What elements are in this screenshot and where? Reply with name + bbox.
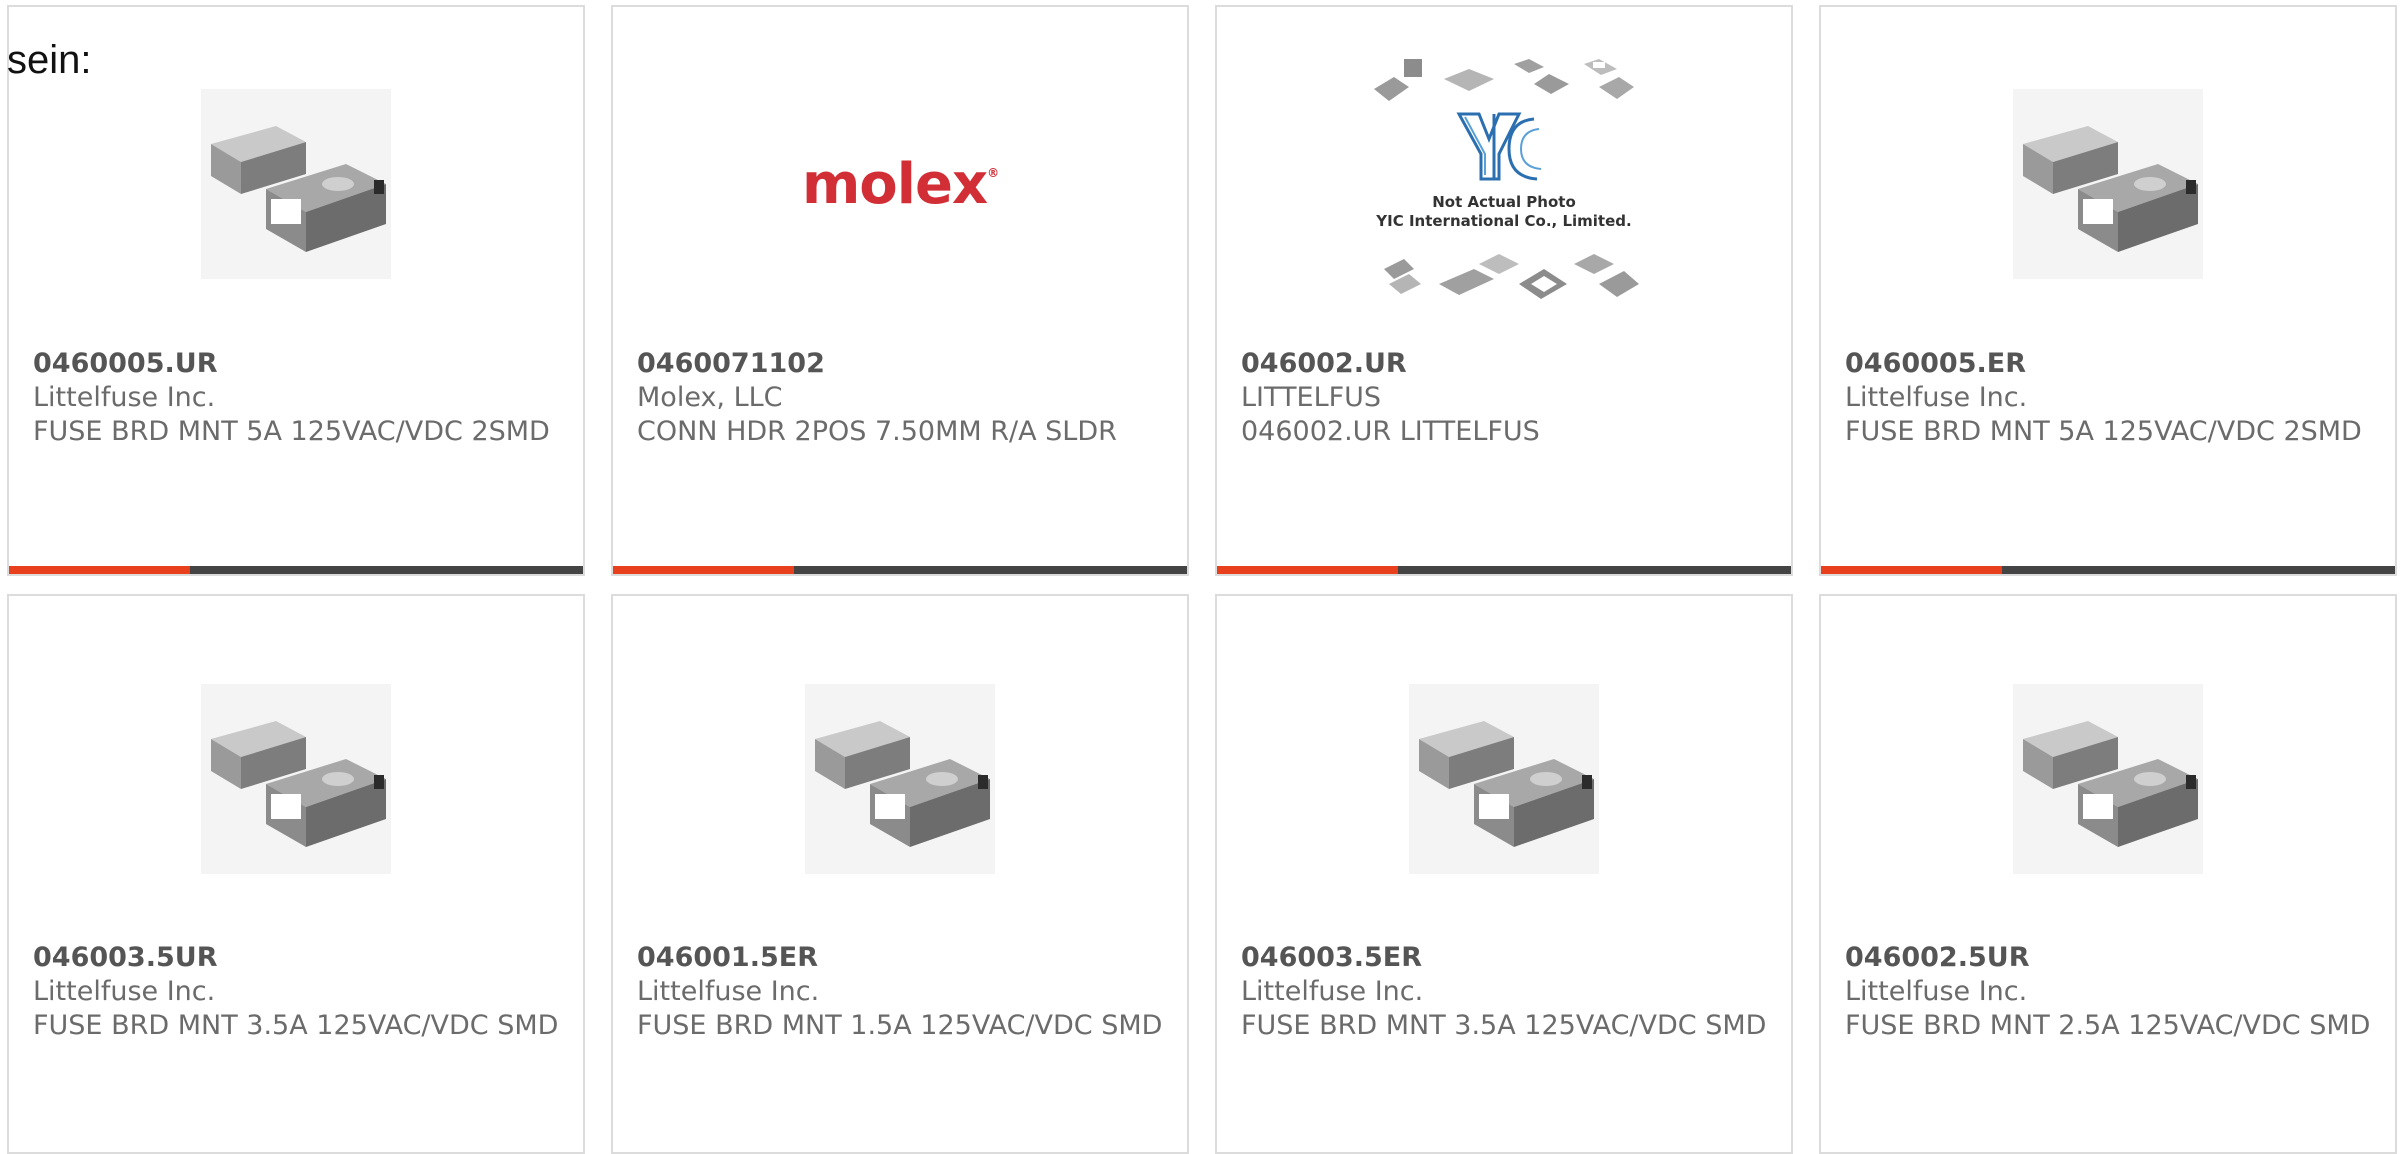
part-number[interactable]: 046002.5UR [1845,941,2371,975]
card-accent-bar [613,566,1187,574]
manufacturer-name: Molex, LLC [637,382,783,413]
part-number[interactable]: 046002.UR [1241,347,1767,381]
smd-fuse-image [1217,664,1791,894]
product-card[interactable]: Not Actual Photo YIC International Co., … [1215,5,1793,576]
product-description: FUSE BRD MNT 1.5A 125VAC/VDC SMD [637,1010,1163,1041]
product-card[interactable]: molex® 0460071102 Molex, LLC CONN HDR 2P… [611,5,1189,576]
part-number[interactable]: 0460005.ER [1845,347,2371,381]
product-card[interactable]: 046003.5UR Littelfuse Inc. FUSE BRD MNT … [7,594,585,1154]
product-description: FUSE BRD MNT 3.5A 125VAC/VDC SMD [33,1010,559,1041]
product-card[interactable]: 046001.5ER Littelfuse Inc. FUSE BRD MNT … [611,594,1189,1154]
product-description: FUSE BRD MNT 5A 125VAC/VDC 2SMD [1845,416,2362,447]
product-description: FUSE BRD MNT 3.5A 125VAC/VDC SMD [1241,1010,1767,1041]
part-number[interactable]: 046003.5UR [33,941,559,975]
part-number[interactable]: 0460071102 [637,347,1163,381]
card-accent-bar [1217,566,1791,574]
smd-fuse-image [9,69,583,299]
product-card[interactable]: 046002.5UR Littelfuse Inc. FUSE BRD MNT … [1819,594,2397,1154]
molex-logo: molex® [801,151,999,217]
manufacturer-name: Littelfuse Inc. [1845,976,2028,1007]
product-grid: 0460005.UR Littelfuse Inc. FUSE BRD MNT … [0,0,2400,1154]
image-caption: Not Actual Photo [1432,193,1576,211]
product-description: CONN HDR 2POS 7.50MM R/A SLDR [637,416,1117,447]
part-number[interactable]: 046001.5ER [637,941,1163,975]
manufacturer-name: LITTELFUS [1241,382,1382,413]
smd-fuse-image [613,664,1187,894]
manufacturer-name: Littelfuse Inc. [33,382,216,413]
manufacturer-name: Littelfuse Inc. [637,976,820,1007]
manufacturer-name: Littelfuse Inc. [33,976,216,1007]
part-number[interactable]: 046003.5ER [1241,941,1767,975]
smd-fuse-image [1821,664,2395,894]
product-description: FUSE BRD MNT 5A 125VAC/VDC 2SMD [33,416,550,447]
manufacturer-name: Littelfuse Inc. [1845,382,2028,413]
smd-fuse-image [9,664,583,894]
part-number[interactable]: 0460005.UR [33,347,559,381]
yic-placeholder-image: Not Actual Photo YIC International Co., … [1217,59,1791,299]
smd-fuse-image [1821,69,2395,299]
product-card[interactable]: 0460005.ER Littelfuse Inc. FUSE BRD MNT … [1819,5,2397,576]
manufacturer-name: Littelfuse Inc. [1241,976,1424,1007]
card-accent-bar [9,566,583,574]
product-card[interactable]: 0460005.UR Littelfuse Inc. FUSE BRD MNT … [7,5,585,576]
product-card[interactable]: 046003.5ER Littelfuse Inc. FUSE BRD MNT … [1215,594,1793,1154]
product-description: FUSE BRD MNT 2.5A 125VAC/VDC SMD [1845,1010,2371,1041]
card-accent-bar [1821,566,2395,574]
intro-text: sein: [7,38,92,82]
product-description: 046002.UR LITTELFUS [1241,416,1540,447]
image-caption: YIC International Co., Limited. [1375,212,1631,230]
